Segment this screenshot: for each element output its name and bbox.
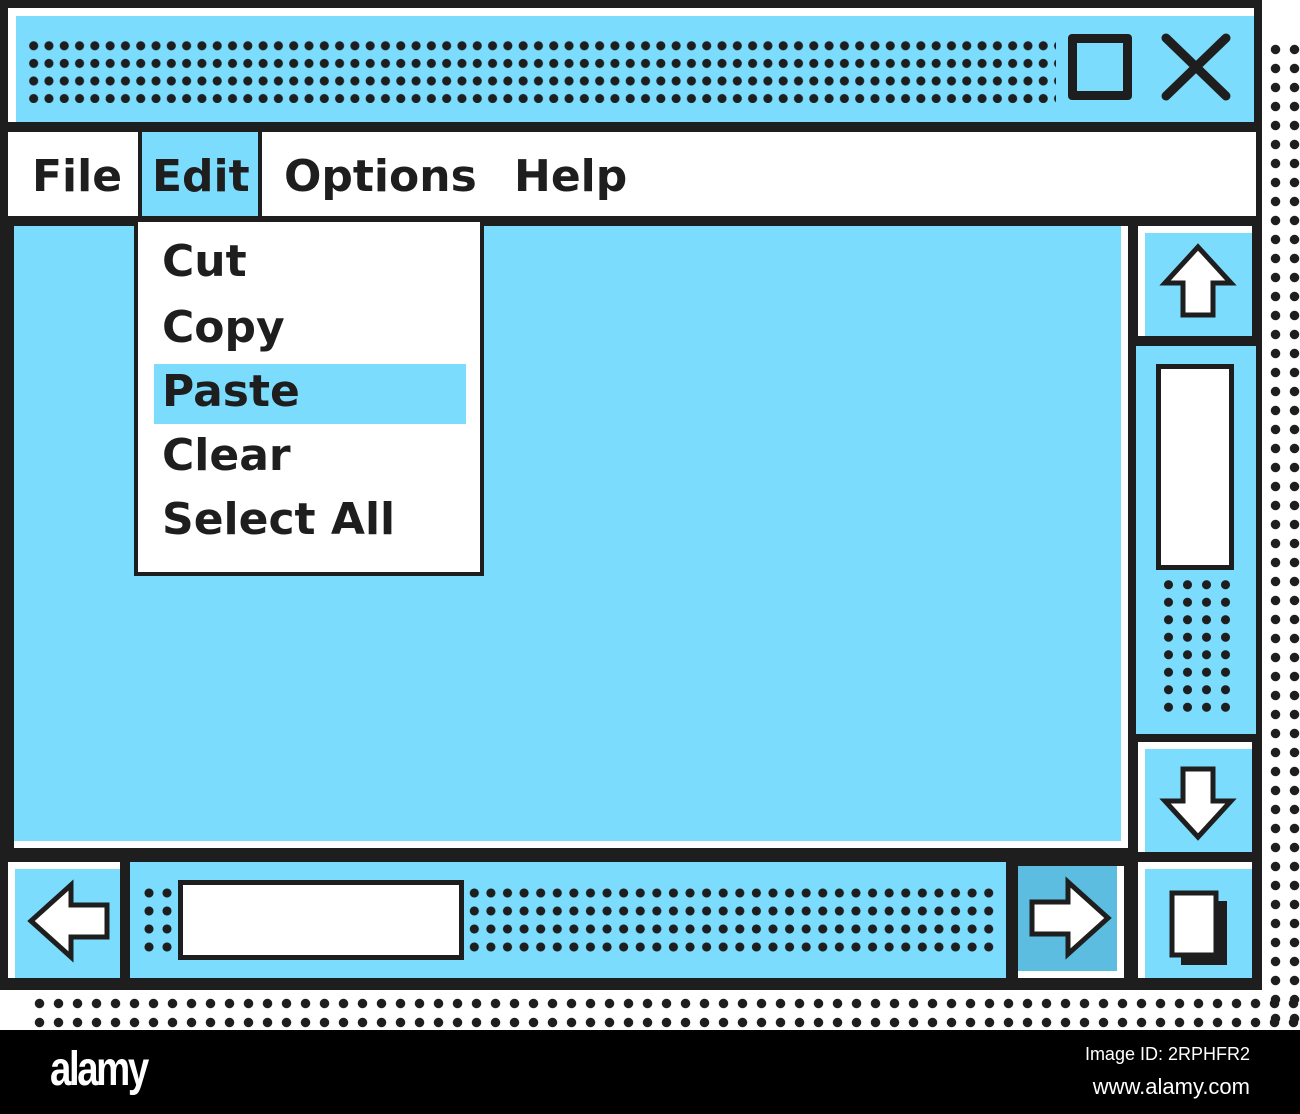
menu-options[interactable]: Options xyxy=(270,132,491,216)
scroll-down-button[interactable] xyxy=(1138,742,1252,852)
menu-item-select-all[interactable]: Select All xyxy=(162,492,395,548)
window-shadow-bottom xyxy=(30,994,1300,1030)
arrow-left-icon xyxy=(27,879,110,963)
maximize-button[interactable] xyxy=(1068,34,1132,100)
resize-corner-button[interactable] xyxy=(1138,862,1252,978)
arrow-down-icon xyxy=(1159,766,1237,841)
footer-bar: alamy Image ID: 2RPHFR2 www.alamy.com xyxy=(0,1030,1300,1114)
arrow-up-icon xyxy=(1159,243,1237,318)
resize-icon xyxy=(1169,890,1227,965)
scroll-left-button[interactable] xyxy=(8,862,120,978)
close-icon xyxy=(1161,33,1231,101)
vertical-scroll-grip xyxy=(1159,576,1235,716)
footer-url-link[interactable]: www.alamy.com xyxy=(1093,1074,1250,1100)
menu-bar: File Edit Options Help xyxy=(8,132,1256,216)
menu-item-cut[interactable]: Cut xyxy=(162,234,247,290)
menu-item-paste[interactable]: Paste xyxy=(162,364,300,420)
arrow-right-icon xyxy=(1029,876,1112,960)
menu-item-copy[interactable]: Copy xyxy=(162,300,285,356)
image-id-label: Image ID: 2RPHFR2 xyxy=(1084,1044,1250,1064)
menu-item-clear[interactable]: Clear xyxy=(162,428,291,484)
alamy-logo: alamy xyxy=(50,1043,149,1096)
menu-help[interactable]: Help xyxy=(500,132,641,216)
app-window: File Edit Options Help Cut Copy Paste Cl… xyxy=(0,0,1262,990)
scroll-up-button[interactable] xyxy=(1138,226,1252,336)
menu-file[interactable]: File xyxy=(18,132,136,216)
close-button[interactable] xyxy=(1158,30,1234,104)
menu-edit[interactable]: Edit xyxy=(138,132,262,216)
title-bar-grip xyxy=(26,37,1056,103)
horizontal-scroll-grip-right xyxy=(466,884,1000,954)
window-shadow-right xyxy=(1266,40,1300,1030)
scroll-right-button[interactable] xyxy=(1018,866,1124,978)
horizontal-scroll-thumb[interactable] xyxy=(178,880,464,960)
edit-dropdown-menu: Cut Copy Paste Clear Select All xyxy=(134,218,484,576)
horizontal-scroll-grip-left xyxy=(140,884,176,954)
vertical-scroll-thumb[interactable] xyxy=(1156,364,1234,570)
